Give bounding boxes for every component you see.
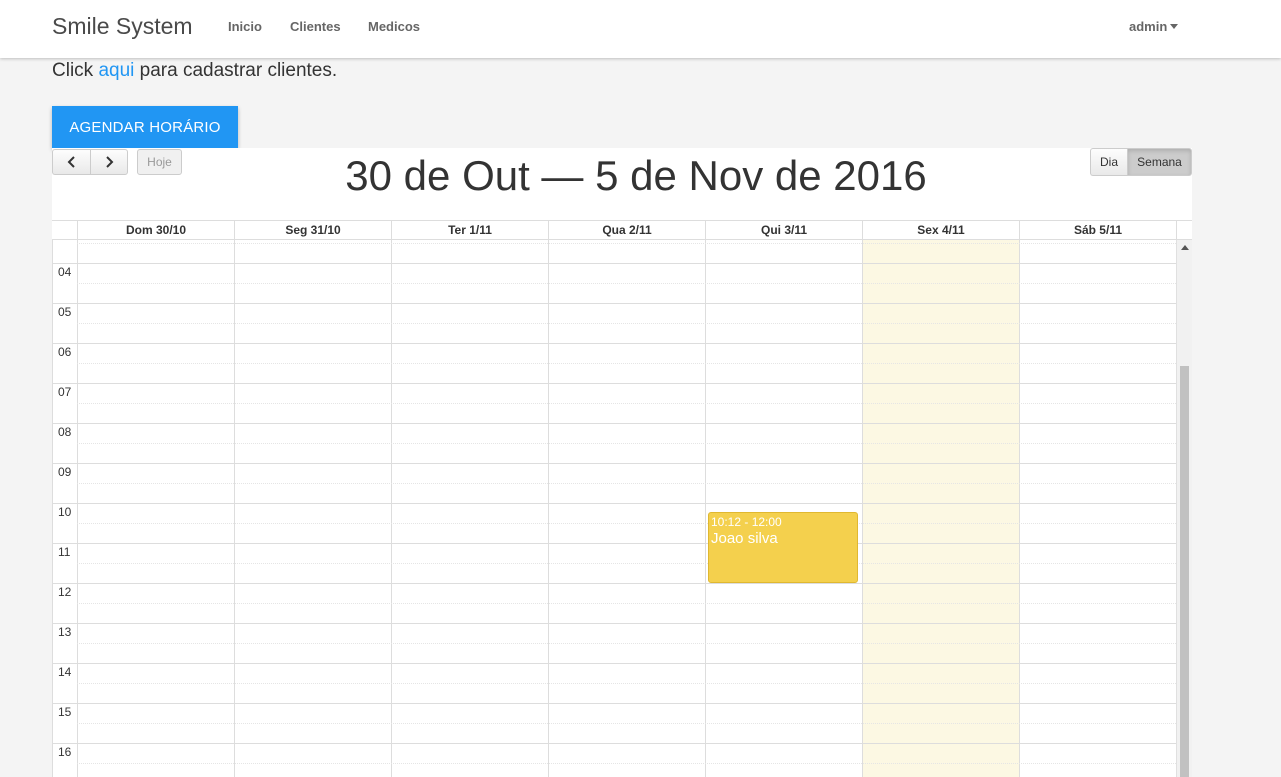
- hour-line: [52, 743, 1176, 744]
- half-hour-line: [77, 323, 1176, 324]
- half-hour-line: [77, 243, 1176, 244]
- calendar: Hoje 30 de Out — 5 de Nov de 2016 Dia Se…: [52, 148, 1192, 777]
- calendar-event[interactable]: 10:12 - 12:00 Joao silva: [708, 512, 858, 583]
- hour-line: [52, 623, 1176, 624]
- hour-line: [52, 663, 1176, 664]
- schedule-button[interactable]: AGENDAR HORÁRIO: [52, 106, 238, 148]
- event-title: Joao silva: [711, 530, 778, 547]
- hour-line: [52, 583, 1176, 584]
- hour-line: [52, 503, 1176, 504]
- day-header[interactable]: Sáb 5/11: [1019, 221, 1176, 240]
- day-header[interactable]: Dom 30/10: [77, 221, 234, 240]
- axis-border: [52, 240, 53, 777]
- day-column[interactable]: [705, 240, 862, 777]
- half-hour-line: [77, 523, 1176, 524]
- day-header[interactable]: Ter 1/11: [391, 221, 548, 240]
- user-menu[interactable]: admin: [1129, 19, 1179, 34]
- day-column[interactable]: [77, 240, 234, 777]
- hour-line: [52, 263, 1176, 264]
- hour-label: 04: [58, 265, 72, 279]
- view-week-button[interactable]: Semana: [1127, 148, 1192, 176]
- hour-label: 13: [58, 625, 72, 639]
- half-hour-line: [77, 763, 1176, 764]
- calendar-title: 30 de Out — 5 de Nov de 2016: [345, 152, 927, 199]
- hour-label: 08: [58, 425, 72, 439]
- hour-label: 05: [58, 305, 72, 319]
- navbar: Smile System Inicio Clientes Medicos adm…: [0, 0, 1281, 58]
- day-header[interactable]: Seg 31/10: [234, 221, 391, 240]
- day-column[interactable]: [548, 240, 705, 777]
- half-hour-line: [77, 723, 1176, 724]
- view-day-button[interactable]: Dia: [1090, 148, 1127, 176]
- event-time: 10:12 - 12:00: [711, 515, 782, 529]
- hour-label: 12: [58, 585, 72, 599]
- hour-line: [52, 303, 1176, 304]
- calendar-scrollbar[interactable]: [1176, 240, 1192, 777]
- day-column[interactable]: [391, 240, 548, 777]
- hour-label: 14: [58, 665, 72, 679]
- time-grid-body[interactable]: 04 05 06 07 08 09 10 11 12 13 14 15 16 10:12 - 12:00 J…: [52, 240, 1176, 777]
- register-link[interactable]: aqui: [98, 60, 134, 81]
- hour-line: [52, 423, 1176, 424]
- hour-line: [52, 463, 1176, 464]
- day-column[interactable]: [1019, 240, 1176, 777]
- hour-line: [52, 703, 1176, 704]
- notice-prefix: Click: [52, 60, 99, 81]
- hour-label: 10: [58, 505, 72, 519]
- half-hour-line: [77, 363, 1176, 364]
- day-header[interactable]: Qui 3/11: [705, 221, 862, 240]
- half-hour-line: [77, 603, 1176, 604]
- half-hour-line: [77, 283, 1176, 284]
- half-hour-line: [77, 443, 1176, 444]
- half-hour-line: [77, 483, 1176, 484]
- nav-link-medicos[interactable]: Medicos: [368, 19, 420, 34]
- nav-link-clientes[interactable]: Clientes: [290, 19, 341, 34]
- scroll-up-icon[interactable]: [1181, 245, 1189, 250]
- hour-label: 06: [58, 345, 72, 359]
- caret-down-icon: [1170, 24, 1179, 29]
- user-name: admin: [1129, 19, 1168, 34]
- half-hour-line: [77, 643, 1176, 644]
- half-hour-line: [77, 563, 1176, 564]
- day-column-today[interactable]: [862, 240, 1019, 777]
- hour-label: 15: [58, 705, 72, 719]
- view-switcher: Dia Semana: [1090, 148, 1192, 176]
- axis-header-spacer: [52, 221, 77, 240]
- notice-suffix: para cadastrar clientes.: [134, 60, 338, 81]
- half-hour-line: [77, 683, 1176, 684]
- day-header[interactable]: Qua 2/11: [548, 221, 705, 240]
- hour-line: [52, 343, 1176, 344]
- hour-label: 09: [58, 465, 72, 479]
- week-grid: Dom 30/10 Seg 31/10 Ter 1/11 Qua 2/11 Qui 3/…: [52, 220, 1192, 777]
- day-header-row: Dom 30/10 Seg 31/10 Ter 1/11 Qua 2/11 Qui 3/…: [52, 221, 1192, 240]
- scrollbar-thumb[interactable]: [1180, 366, 1189, 777]
- hour-line: [52, 543, 1176, 544]
- day-column[interactable]: [234, 240, 391, 777]
- brand-logo[interactable]: Smile System: [52, 13, 193, 40]
- hour-label: 11: [58, 545, 71, 559]
- nav-link-inicio[interactable]: Inicio: [228, 19, 262, 34]
- header-scroll-spacer: [1176, 221, 1192, 240]
- register-notice: Click aqui para cadastrar clientes.: [52, 60, 337, 82]
- hour-label: 07: [58, 385, 72, 399]
- hour-line: [52, 383, 1176, 384]
- calendar-toolbar: Hoje 30 de Out — 5 de Nov de 2016 Dia Se…: [52, 148, 1192, 220]
- hour-label: 16: [58, 745, 72, 759]
- day-header[interactable]: Sex 4/11: [862, 221, 1019, 240]
- half-hour-line: [77, 403, 1176, 404]
